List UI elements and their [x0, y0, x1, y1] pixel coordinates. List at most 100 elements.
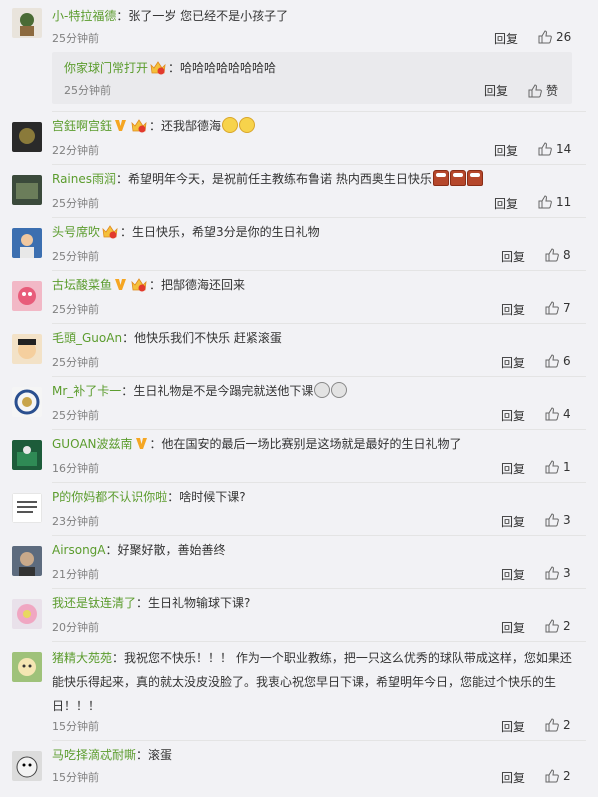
- comment-item: 毛頭_GuoAn：他快乐我们不快乐 赶紧滚蛋 25分钟前 回复 6: [0, 324, 586, 376]
- comment-text: 啥时候下课?: [179, 490, 246, 504]
- like-button[interactable]: 3: [545, 513, 571, 530]
- cake-emoji-icon: [466, 170, 483, 186]
- username[interactable]: Mr_补了卡一: [52, 384, 121, 398]
- avatar[interactable]: [12, 122, 42, 152]
- avatar[interactable]: [12, 546, 42, 576]
- cake-emoji-icon: [432, 170, 449, 186]
- username[interactable]: 宫鈺啊宫鈺: [52, 119, 112, 133]
- reply-button[interactable]: 回复: [484, 82, 508, 99]
- username[interactable]: P的你妈都不认识你啦: [52, 490, 167, 504]
- thumbs-up-icon: [528, 84, 542, 101]
- timestamp: 21分钟前: [52, 568, 99, 581]
- reply-button[interactable]: 回复: [501, 619, 525, 636]
- reply-button[interactable]: 回复: [494, 142, 518, 159]
- comment-item: AirsongA：好聚好散，善始善终 21分钟前 回复 3: [0, 536, 586, 588]
- nested-reply: 你家球门常打开 ：哈哈哈哈哈哈哈哈 25分钟前 回复 赞: [52, 52, 572, 104]
- timestamp: 25分钟前: [52, 32, 99, 45]
- username[interactable]: 古坛酸菜鱼: [52, 278, 112, 292]
- username[interactable]: 马吃择滴忒耐嘶: [52, 748, 136, 762]
- like-count: 1: [563, 460, 571, 474]
- reply-button[interactable]: 回复: [501, 513, 525, 530]
- like-button[interactable]: 8: [545, 248, 571, 265]
- thumbs-up-icon: [538, 142, 552, 159]
- avatar[interactable]: [12, 228, 42, 258]
- avatar[interactable]: [12, 175, 42, 205]
- cake-emoji-icon: [449, 170, 466, 186]
- comment-item: Mr_补了卡一：生日礼物是不是今蹋完就送他下课 25分钟前 回复 4: [0, 377, 586, 429]
- like-button[interactable]: 2: [545, 718, 571, 735]
- smile-emoji-icon: [222, 117, 239, 133]
- reply-button[interactable]: 回复: [501, 718, 525, 735]
- thumbs-up-icon: [545, 248, 559, 265]
- like-count: 11: [556, 195, 572, 209]
- reply-button[interactable]: 回复: [501, 301, 525, 318]
- like-button[interactable]: 11: [538, 195, 571, 212]
- like-button[interactable]: 6: [545, 354, 571, 371]
- like-button[interactable]: 3: [545, 566, 571, 583]
- verified-v-icon: [114, 118, 127, 131]
- reply-button[interactable]: 回复: [501, 460, 525, 477]
- member-crown-icon: [150, 61, 166, 75]
- like-count: 7: [563, 301, 571, 315]
- username[interactable]: 你家球门常打开: [64, 61, 148, 75]
- comment-text: 把郜德海还回来: [161, 278, 246, 292]
- username[interactable]: 我还是钛连清了: [52, 596, 136, 610]
- username[interactable]: 毛頭_GuoAn: [52, 331, 122, 345]
- like-button[interactable]: 2: [545, 619, 571, 636]
- comment-item: 宫鈺啊宫鈺 ：还我郜德海 22分钟前 回复 14: [0, 112, 586, 164]
- smile-emoji-icon: [239, 117, 256, 133]
- like-button[interactable]: 赞: [528, 82, 558, 101]
- member-crown-icon: [131, 119, 147, 133]
- thumbs-up-icon: [538, 30, 552, 47]
- username[interactable]: AirsongA: [52, 543, 106, 557]
- like-button[interactable]: 1: [545, 460, 571, 477]
- like-button[interactable]: 2: [545, 769, 571, 786]
- sweat-emoji-icon: [331, 382, 348, 398]
- comment-item: 小-特拉福德：张了一岁 您已经不是小孩子了 25分钟前 回复 26 你家球门常打…: [0, 0, 586, 110]
- reply-button[interactable]: 回复: [501, 248, 525, 265]
- avatar[interactable]: [12, 281, 42, 311]
- comment-item: 头号席吹 ：生日快乐，希望3分是你的生日礼物 25分钟前 回复 8: [0, 218, 586, 270]
- avatar[interactable]: [12, 493, 42, 523]
- avatar[interactable]: [12, 599, 42, 629]
- sweat-emoji-icon: [314, 382, 331, 398]
- like-button[interactable]: 14: [538, 142, 571, 159]
- username[interactable]: 头号席吹: [52, 225, 100, 239]
- comment-text: 好聚好散，善始善终: [117, 543, 226, 557]
- like-button[interactable]: 26: [538, 30, 571, 47]
- username[interactable]: 猪精大苑苑: [52, 651, 112, 665]
- thumbs-up-icon: [545, 460, 559, 477]
- timestamp: 20分钟前: [52, 621, 99, 634]
- thumbs-up-icon: [545, 354, 559, 371]
- thumbs-up-icon: [545, 407, 559, 424]
- username[interactable]: 小-特拉福德: [52, 9, 116, 23]
- avatar[interactable]: [12, 334, 42, 364]
- avatar[interactable]: [12, 652, 42, 682]
- reply-button[interactable]: 回复: [494, 195, 518, 212]
- timestamp: 22分钟前: [52, 144, 99, 157]
- comment-item: 古坛酸菜鱼 ：把郜德海还回来 25分钟前 回复 7: [0, 271, 586, 323]
- reply-button[interactable]: 回复: [501, 566, 525, 583]
- avatar[interactable]: [12, 387, 42, 417]
- comment-text: 还我郜德海: [161, 119, 222, 133]
- reply-button[interactable]: 回复: [501, 769, 525, 786]
- avatar[interactable]: [12, 751, 42, 781]
- timestamp: 25分钟前: [52, 356, 99, 369]
- reply-button[interactable]: 回复: [501, 354, 525, 371]
- timestamp: 25分钟前: [52, 303, 99, 316]
- comment-text: 生日礼物输球下课?: [148, 596, 251, 610]
- like-count: 2: [563, 619, 571, 633]
- like-button[interactable]: 7: [545, 301, 571, 318]
- member-crown-icon: [102, 225, 118, 239]
- comment-text: 生日快乐，希望3分是你的生日礼物: [132, 225, 320, 239]
- reply-button[interactable]: 回复: [501, 407, 525, 424]
- username[interactable]: GUOAN波兹南: [52, 437, 133, 451]
- like-button[interactable]: 4: [545, 407, 571, 424]
- reply-button[interactable]: 回复: [494, 30, 518, 47]
- avatar[interactable]: [12, 440, 42, 470]
- avatar[interactable]: [12, 8, 42, 38]
- like-count: 2: [563, 718, 571, 732]
- username[interactable]: Raines雨润: [52, 172, 116, 186]
- like-count: 3: [563, 513, 571, 527]
- comment-item: 马吃择滴忒耐嘶：滚蛋 15分钟前 回复 2: [0, 741, 586, 797]
